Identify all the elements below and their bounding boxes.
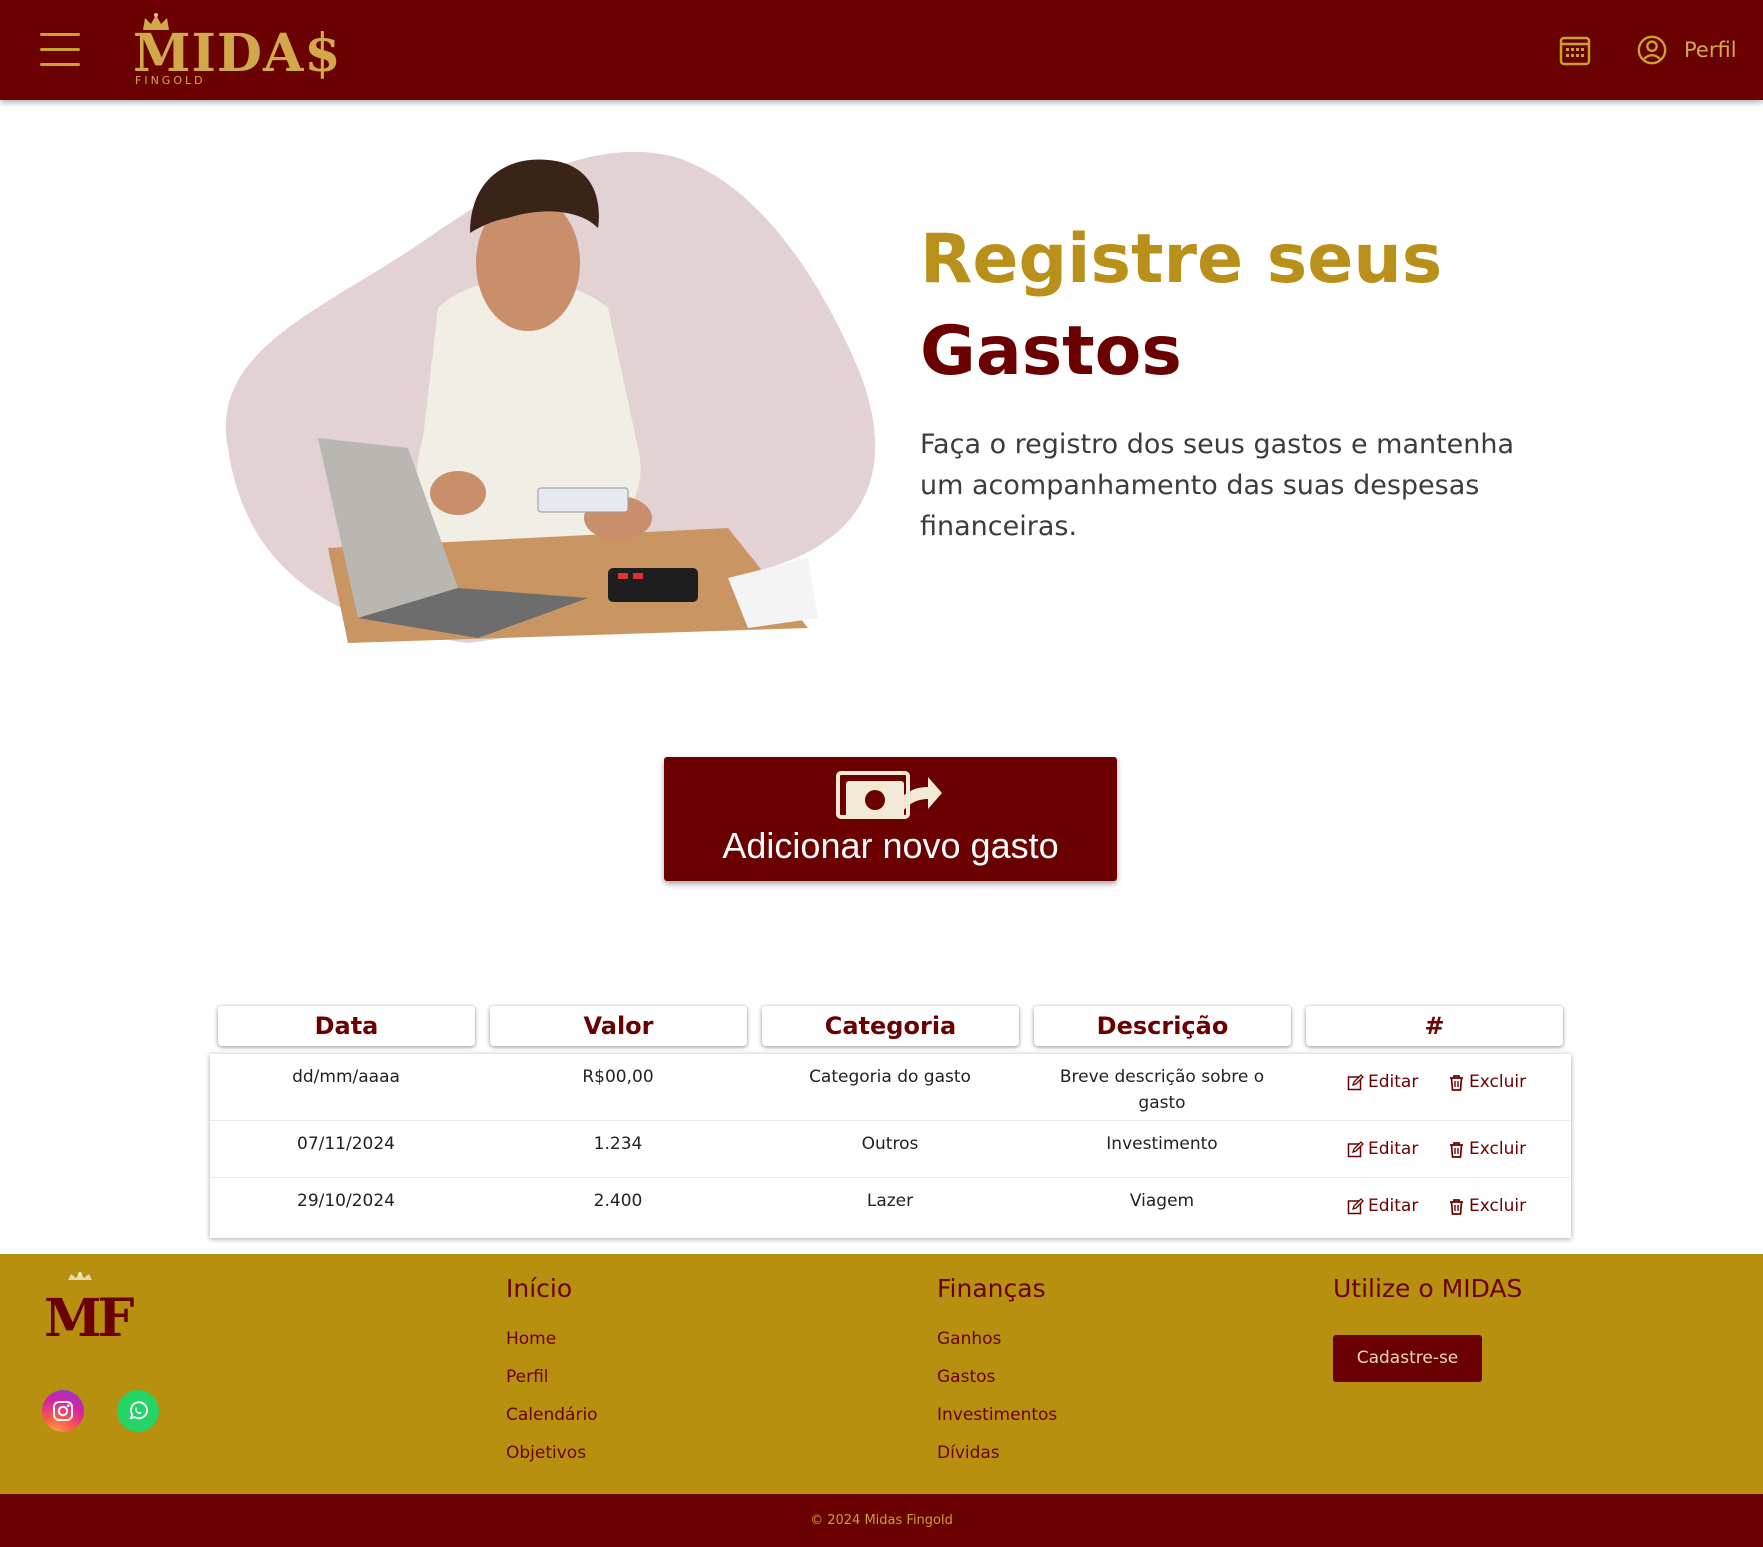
delete-button[interactable]: Excluir xyxy=(1448,1072,1526,1092)
edit-label: Editar xyxy=(1368,1196,1419,1216)
hero-title-line1: Registre seus xyxy=(920,220,1443,299)
table-row: 29/10/2024 2.400 Lazer Viagem Editar Exc… xyxy=(210,1178,1571,1238)
footer-title-financas: Finanças xyxy=(937,1274,1046,1303)
instagram-link[interactable] xyxy=(42,1390,84,1432)
footer-link-objetivos[interactable]: Objetivos xyxy=(506,1434,598,1472)
edit-label: Editar xyxy=(1368,1139,1419,1159)
cell-data: 29/10/2024 xyxy=(297,1191,395,1211)
cell-valor: 1.234 xyxy=(593,1134,643,1154)
footer-col-utilize: Utilize o MIDAS xyxy=(1333,1272,1522,1320)
brand-subtitle: FINGOLD xyxy=(135,74,206,87)
footer-link-investimentos[interactable]: Investimentos xyxy=(937,1396,1057,1434)
footer-title-utilize: Utilize o MIDAS xyxy=(1333,1274,1523,1303)
edit-icon xyxy=(1347,1197,1364,1214)
money-send-icon xyxy=(836,771,942,819)
delete-label: Excluir xyxy=(1469,1139,1527,1159)
menu-icon[interactable] xyxy=(40,33,80,67)
footer-logo[interactable]: MF xyxy=(40,1272,135,1352)
hero-description: Faça o registro dos seus gastos e manten… xyxy=(920,429,1515,542)
edit-label: Editar xyxy=(1368,1072,1419,1092)
header-valor: Valor xyxy=(490,1006,747,1046)
cell-valor: R$00,00 xyxy=(582,1067,654,1087)
cell-valor: 2.400 xyxy=(593,1191,643,1211)
delete-button[interactable]: Excluir xyxy=(1448,1139,1526,1159)
cell-descricao: Investimento xyxy=(1106,1134,1218,1154)
edit-button[interactable]: Editar xyxy=(1347,1139,1418,1159)
header-categoria: Categoria xyxy=(762,1006,1019,1046)
footer-link-home[interactable]: Home xyxy=(506,1320,598,1358)
footer-col-inicio: Início Home Perfil Calendário Objetivos xyxy=(506,1272,598,1472)
cell-categoria: Categoria do gasto xyxy=(809,1067,971,1087)
trash-icon xyxy=(1450,1074,1463,1091)
user-circle-icon xyxy=(1637,35,1667,65)
edit-button[interactable]: Editar xyxy=(1347,1196,1418,1216)
edit-icon xyxy=(1347,1140,1364,1157)
cell-data: 07/11/2024 xyxy=(297,1134,395,1154)
cell-categoria: Lazer xyxy=(866,1191,914,1211)
hero-title-line2: Gastos xyxy=(920,312,1182,391)
footer-link-calendario[interactable]: Calendário xyxy=(506,1396,598,1434)
trash-icon xyxy=(1450,1141,1463,1158)
cell-data: dd/mm/aaaa xyxy=(292,1067,400,1087)
whatsapp-link[interactable] xyxy=(117,1390,159,1432)
header-data: Data xyxy=(218,1006,475,1046)
footer-logo-text: MF xyxy=(44,1288,135,1349)
profile-link[interactable]: Perfil xyxy=(1636,30,1737,70)
footer: MF Início Home Perfil Calendário Objetiv… xyxy=(0,1254,1763,1494)
table-row: 07/11/2024 1.234 Outros Investimento Edi… xyxy=(210,1121,1571,1178)
footer-link-dividas[interactable]: Dívidas xyxy=(937,1434,1057,1472)
delete-label: Excluir xyxy=(1469,1072,1527,1092)
hero-title: Registre seus Gastos xyxy=(920,214,1442,398)
header-descricao: Descrição xyxy=(1034,1006,1291,1046)
add-expense-label: Adicionar novo gasto xyxy=(722,825,1059,866)
footer-link-perfil[interactable]: Perfil xyxy=(506,1358,598,1396)
footer-link-gastos[interactable]: Gastos xyxy=(937,1358,1057,1396)
cell-descricao: Viagem xyxy=(1129,1191,1195,1211)
hero-illustration xyxy=(225,151,876,643)
edit-icon xyxy=(1347,1073,1364,1090)
cell-categoria: Outros xyxy=(861,1134,919,1154)
table-row: dd/mm/aaaa R$00,00 Categoria do gasto Br… xyxy=(210,1054,1571,1121)
whatsapp-icon xyxy=(129,1401,148,1420)
edit-button[interactable]: Editar xyxy=(1347,1072,1418,1092)
top-navbar: MIDA$ FINGOLD Perfil xyxy=(0,0,1763,100)
instagram-icon xyxy=(53,1401,73,1421)
trash-icon xyxy=(1450,1198,1463,1215)
copyright-bar: © 2024 Midas Fingold xyxy=(0,1494,1763,1547)
calendar-icon[interactable] xyxy=(1558,33,1592,67)
brand-logo[interactable]: MIDA$ FINGOLD xyxy=(133,12,341,88)
expense-table-header: Data Valor Categoria Descrição # xyxy=(218,1006,1564,1046)
footer-title-inicio: Início xyxy=(506,1274,573,1303)
header-actions: # xyxy=(1306,1006,1563,1046)
footer-link-ganhos[interactable]: Ganhos xyxy=(937,1320,1057,1358)
add-expense-button[interactable]: Adicionar novo gasto xyxy=(664,757,1117,881)
delete-label: Excluir xyxy=(1469,1196,1527,1216)
expense-table-body: dd/mm/aaaa R$00,00 Categoria do gasto Br… xyxy=(210,1054,1571,1238)
profile-label: Perfil xyxy=(1684,38,1737,62)
footer-col-financas: Finanças Ganhos Gastos Investimentos Dív… xyxy=(937,1272,1057,1472)
cell-descricao: Breve descrição sobre o gasto xyxy=(1059,1067,1265,1113)
signup-button[interactable]: Cadastre-se xyxy=(1333,1335,1482,1382)
delete-button[interactable]: Excluir xyxy=(1448,1196,1526,1216)
